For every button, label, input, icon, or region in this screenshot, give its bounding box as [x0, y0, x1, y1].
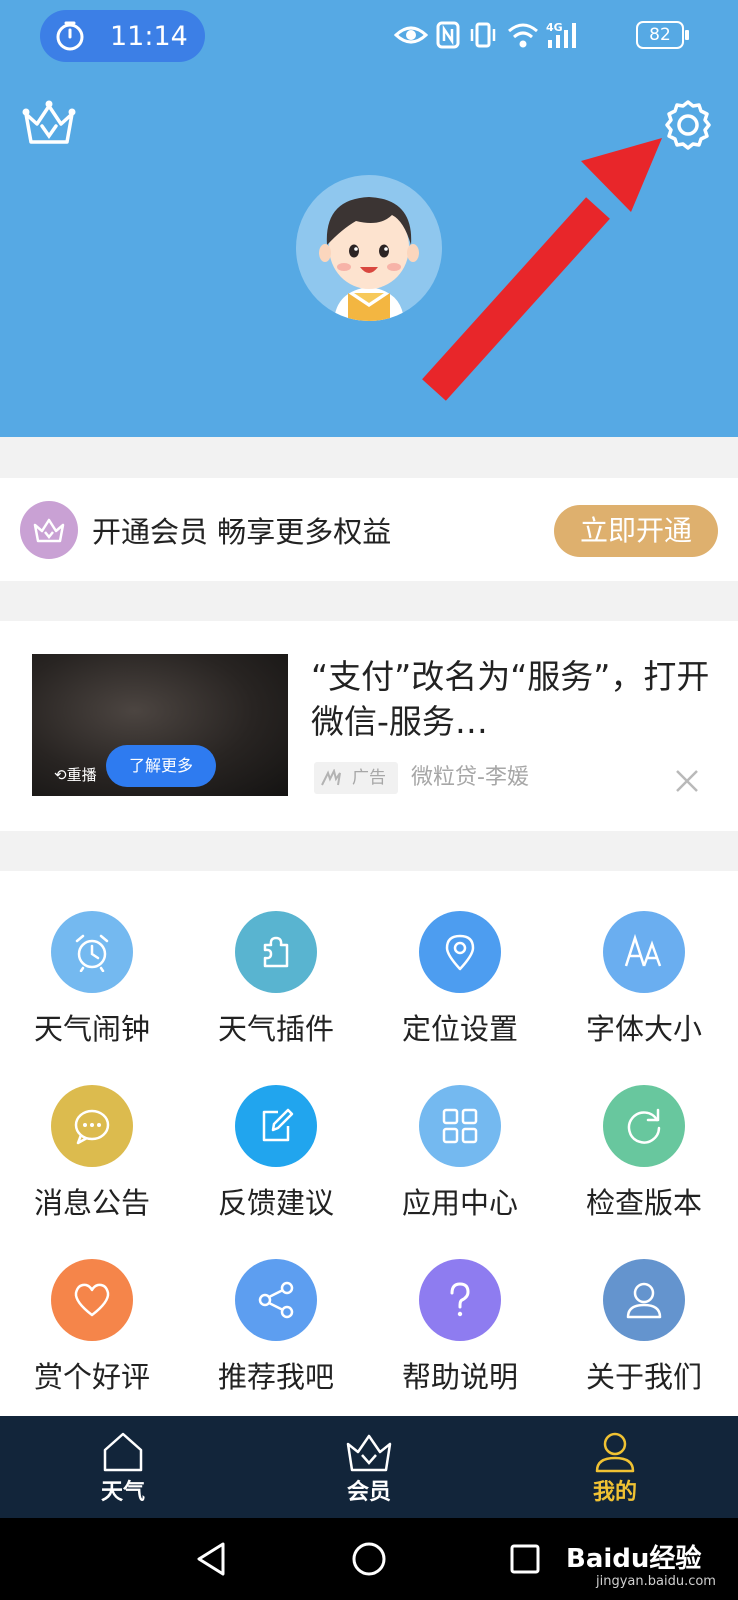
- activate-membership-button[interactable]: 立即开通: [554, 505, 718, 557]
- edit-icon: [262, 1108, 294, 1142]
- system-navigation-bar: Baidu经验 jingyan.baidu.com: [0, 1518, 738, 1600]
- tab-membership[interactable]: 会员: [246, 1416, 492, 1518]
- close-icon[interactable]: [672, 766, 702, 796]
- timer-icon: [56, 21, 84, 51]
- feature-icon-bg: [419, 1259, 501, 1341]
- learn-more-button[interactable]: 了解更多: [106, 745, 216, 787]
- feature-icon-bg: [51, 911, 133, 993]
- ad-title[interactable]: “支付”改名为“服务”，打开微信-服务…: [311, 654, 711, 744]
- feature-icon-bg: [603, 1085, 685, 1167]
- ad-logo-icon: [321, 769, 341, 786]
- heart-icon: [74, 1283, 110, 1317]
- ad-tag: 广告: [314, 762, 398, 794]
- feature-font-size[interactable]: 字体大小: [552, 871, 736, 1046]
- vibrate-icon: [470, 22, 496, 48]
- ad-tag-label: 广告: [352, 768, 386, 788]
- bottom-tab-bar: 天气 会员 我的: [0, 1416, 738, 1518]
- feature-weather-widget[interactable]: 天气插件: [184, 871, 368, 1046]
- replay-label: 重播: [66, 766, 97, 784]
- feature-label: 应用中心: [401, 1186, 518, 1220]
- feature-label: 推荐我吧: [217, 1360, 334, 1394]
- font-size-icon: [624, 933, 662, 967]
- signal-4g-icon: 4G: [546, 21, 576, 48]
- tab-label: 我的: [592, 1480, 637, 1505]
- back-icon[interactable]: [193, 1540, 229, 1578]
- feature-label: 消息公告: [33, 1186, 150, 1220]
- home-circle-icon[interactable]: [350, 1540, 388, 1578]
- feature-label: 关于我们: [585, 1360, 702, 1394]
- feature-label: 反馈建议: [217, 1186, 334, 1220]
- feature-weather-alarm[interactable]: 天气闹钟: [0, 871, 184, 1046]
- battery-tip: [685, 30, 689, 40]
- feature-feedback[interactable]: 反馈建议: [184, 1045, 368, 1220]
- vip-crown-button[interactable]: [20, 96, 78, 150]
- feature-location-settings[interactable]: 定位设置: [368, 871, 552, 1046]
- feature-check-version[interactable]: 检查版本: [552, 1045, 736, 1220]
- feature-help[interactable]: 帮助说明: [368, 1219, 552, 1394]
- feature-label: 天气插件: [217, 1012, 334, 1046]
- feature-label: 定位设置: [401, 1012, 518, 1046]
- feature-icon-bg: [603, 1259, 685, 1341]
- svg-text:4G: 4G: [546, 21, 563, 34]
- feature-icon-bg: [419, 1085, 501, 1167]
- feature-rate-app[interactable]: 赏个好评: [0, 1219, 184, 1394]
- location-pin-icon: [445, 934, 475, 971]
- replay-icon: ⟲: [54, 766, 67, 784]
- member-crown-badge: [20, 501, 78, 559]
- wifi-icon: [508, 23, 538, 48]
- feature-icon-bg: [235, 1259, 317, 1341]
- tab-mine[interactable]: 我的: [492, 1416, 738, 1518]
- feature-icon-bg: [51, 1085, 133, 1167]
- feature-label: 天气闹钟: [33, 1012, 150, 1046]
- user-icon: [595, 1432, 635, 1473]
- profile-header: 11:14 4G 82: [0, 0, 738, 437]
- ad-source: 微粒贷-李媛: [411, 765, 529, 790]
- feature-label: 检查版本: [585, 1186, 702, 1220]
- member-promo-bar[interactable]: 开通会员 畅享更多权益 立即开通: [0, 478, 738, 581]
- battery-indicator: 82: [636, 21, 684, 49]
- alarm-clock-icon: [75, 934, 109, 972]
- replay-button[interactable]: ⟲重播: [54, 764, 97, 785]
- clock-time: 11:14: [110, 21, 188, 52]
- message-icon: [74, 1109, 110, 1145]
- feature-icon-bg: [603, 911, 685, 993]
- feature-announcements[interactable]: 消息公告: [0, 1045, 184, 1220]
- tab-weather[interactable]: 天气: [0, 1416, 246, 1518]
- ad-card[interactable]: ⟲重播 了解更多 “支付”改名为“服务”，打开微信-服务… 广告 微粒贷-李媛: [0, 621, 738, 831]
- feature-icon-bg: [235, 911, 317, 993]
- crown-icon: [346, 1434, 392, 1472]
- nfc-icon: [436, 21, 460, 49]
- member-promo-text: 开通会员 畅享更多权益: [92, 515, 392, 549]
- user-icon: [626, 1282, 662, 1319]
- status-bar: 11:14 4G 82: [0, 0, 738, 70]
- feature-icon-bg: [235, 1085, 317, 1167]
- feature-label: 字体大小: [585, 1012, 702, 1046]
- tab-label: 会员: [346, 1480, 391, 1505]
- baidu-watermark-url: jingyan.baidu.com: [596, 1574, 716, 1589]
- feature-label: 赏个好评: [33, 1360, 150, 1394]
- apps-grid-icon: [442, 1108, 478, 1144]
- ad-video-thumbnail[interactable]: ⟲重播 了解更多: [32, 654, 288, 796]
- recents-icon[interactable]: [508, 1542, 542, 1576]
- red-pointer-arrow: [422, 138, 662, 401]
- feature-grid: 天气闹钟 天气插件 定位设置 字体大小 消息公告 反馈建议 应用中心 检查版本 …: [0, 871, 738, 1416]
- help-icon: [450, 1282, 470, 1317]
- feature-about-us[interactable]: 关于我们: [552, 1219, 736, 1394]
- feature-icon-bg: [51, 1259, 133, 1341]
- feature-icon-bg: [419, 911, 501, 993]
- feature-label: 帮助说明: [401, 1360, 518, 1394]
- feature-app-center[interactable]: 应用中心: [368, 1045, 552, 1220]
- puzzle-icon: [263, 936, 289, 968]
- timer-pill[interactable]: 11:14: [40, 10, 205, 62]
- feature-recommend[interactable]: 推荐我吧: [184, 1219, 368, 1394]
- share-icon: [258, 1281, 294, 1319]
- home-icon: [103, 1432, 143, 1472]
- crown-icon: [33, 518, 65, 543]
- tab-label: 天气: [100, 1480, 145, 1505]
- baidu-watermark: Baidu经验: [566, 1544, 702, 1574]
- refresh-icon: [627, 1108, 661, 1144]
- eye-icon: [394, 26, 428, 44]
